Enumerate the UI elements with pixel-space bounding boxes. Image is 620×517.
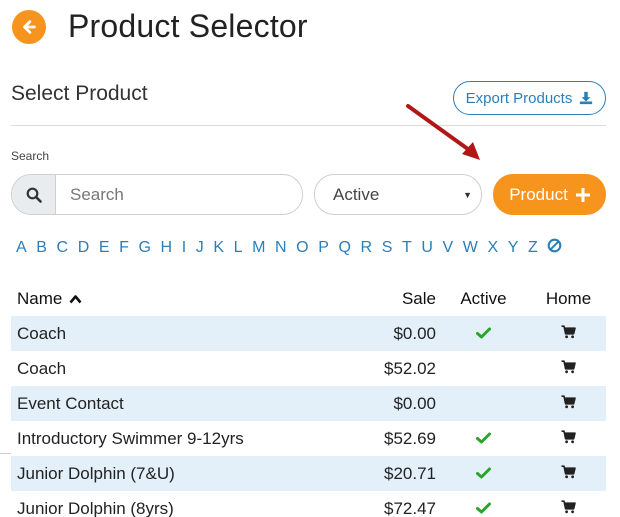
product-active-cell [436, 499, 531, 517]
table-row[interactable]: Introductory Swimmer 9-12yrs $52.69 [11, 421, 606, 456]
cart-icon[interactable] [561, 464, 576, 484]
cart-icon[interactable] [561, 429, 576, 449]
chevron-down-icon: ▼ [463, 190, 472, 200]
alpha-filter-n[interactable]: N [275, 239, 287, 257]
table-body: Coach $0.00 Coach $52.02 Event Contact $0.00 I… [11, 316, 606, 517]
check-icon [476, 429, 491, 449]
search-group [11, 174, 303, 215]
page-header: Product Selector [12, 8, 308, 45]
search-button[interactable] [12, 175, 56, 214]
search-input[interactable] [56, 175, 302, 214]
page-title: Product Selector [68, 8, 308, 44]
alpha-filter-w[interactable]: W [463, 239, 478, 257]
alpha-filter-q[interactable]: Q [338, 239, 350, 257]
status-filter-value: Active [333, 184, 380, 204]
column-header-home[interactable]: Home [531, 289, 606, 309]
column-header-sale[interactable]: Sale [351, 289, 436, 309]
column-header-name[interactable]: Name [11, 289, 351, 309]
table-header: Name Sale Active Home [11, 281, 606, 316]
status-filter-select[interactable]: Active ▼ [314, 174, 482, 215]
product-name: Junior Dolphin (7&U) [17, 463, 175, 483]
alpha-filter-r[interactable]: R [361, 239, 373, 257]
plus-icon [575, 187, 590, 202]
back-button[interactable] [12, 9, 46, 44]
product-name: Event Contact [17, 393, 124, 413]
alpha-filter-c[interactable]: C [57, 239, 69, 257]
product-active-cell [436, 324, 531, 344]
cart-icon[interactable] [561, 359, 576, 379]
product-active-cell [436, 464, 531, 484]
left-rule [0, 453, 11, 454]
alpha-filter-m[interactable]: M [252, 239, 265, 257]
search-label: Search [11, 149, 50, 163]
table-row[interactable]: Coach $52.02 [11, 351, 606, 386]
alpha-filter-p[interactable]: P [318, 239, 329, 257]
cart-icon[interactable] [561, 324, 576, 344]
product-home-cell [531, 429, 606, 449]
alpha-filter-z[interactable]: Z [528, 239, 538, 257]
product-sale: $0.00 [393, 393, 436, 413]
product-home-cell [531, 499, 606, 517]
check-icon [476, 499, 491, 517]
sort-ascending-icon [69, 294, 82, 303]
table-row[interactable]: Junior Dolphin (8yrs) $72.47 [11, 491, 606, 517]
product-sale: $0.00 [393, 323, 436, 343]
add-product-label: Product [509, 184, 568, 204]
product-name: Junior Dolphin (8yrs) [17, 498, 174, 517]
product-home-cell [531, 394, 606, 414]
alpha-filter-k[interactable]: K [213, 239, 224, 257]
alpha-filter-l[interactable]: L [234, 239, 243, 257]
alpha-filter-b[interactable]: B [36, 239, 47, 257]
product-name: Coach [17, 323, 67, 343]
table-row[interactable]: Junior Dolphin (7&U) $20.71 [11, 456, 606, 491]
section-divider [11, 125, 606, 126]
alpha-filter-j[interactable]: J [196, 239, 204, 257]
products-table: Name Sale Active Home Coach $0.00 Coach $52… [11, 281, 606, 517]
product-sale: $52.02 [384, 358, 436, 378]
alpha-filter-a[interactable]: A [16, 239, 27, 257]
product-sale: $20.71 [384, 463, 436, 483]
alpha-filter-f[interactable]: F [119, 239, 129, 257]
section-title: Select Product [11, 82, 148, 105]
annotation-arrow-icon [406, 104, 480, 160]
clear-filter-icon[interactable] [547, 238, 562, 258]
add-product-button[interactable]: Product [493, 174, 606, 215]
check-icon [476, 464, 491, 484]
product-active-cell [436, 429, 531, 449]
column-header-name-label: Name [17, 288, 63, 308]
product-name: Introductory Swimmer 9-12yrs [17, 428, 244, 448]
alpha-filter-s[interactable]: S [382, 239, 393, 257]
search-icon [26, 187, 42, 203]
product-home-cell [531, 464, 606, 484]
alpha-filter-y[interactable]: Y [508, 239, 519, 257]
cart-icon[interactable] [561, 394, 576, 414]
alpha-filter-d[interactable]: D [78, 239, 90, 257]
alpha-filter-t[interactable]: T [402, 239, 412, 257]
product-sale: $72.47 [384, 498, 436, 517]
alphabet-filter: ABCDEFGHIJKLMNOPQRSTUVWXYZ [16, 238, 562, 258]
table-row[interactable]: Event Contact $0.00 [11, 386, 606, 421]
alpha-filter-u[interactable]: U [421, 239, 433, 257]
alpha-filter-e[interactable]: E [99, 239, 110, 257]
download-icon [580, 91, 593, 105]
alpha-filter-g[interactable]: G [138, 239, 150, 257]
product-home-cell [531, 359, 606, 379]
check-icon [476, 324, 491, 344]
product-sale: $52.69 [384, 428, 436, 448]
alpha-filter-x[interactable]: X [487, 239, 498, 257]
table-row[interactable]: Coach $0.00 [11, 316, 606, 351]
alpha-filter-i[interactable]: I [182, 239, 186, 257]
product-home-cell [531, 324, 606, 344]
alpha-filter-v[interactable]: V [442, 239, 453, 257]
arrow-left-icon [23, 19, 36, 34]
product-name: Coach [17, 358, 67, 378]
column-header-active[interactable]: Active [436, 289, 531, 309]
cart-icon[interactable] [561, 499, 576, 517]
alpha-filter-h[interactable]: H [161, 239, 173, 257]
alpha-filter-o[interactable]: O [296, 239, 308, 257]
